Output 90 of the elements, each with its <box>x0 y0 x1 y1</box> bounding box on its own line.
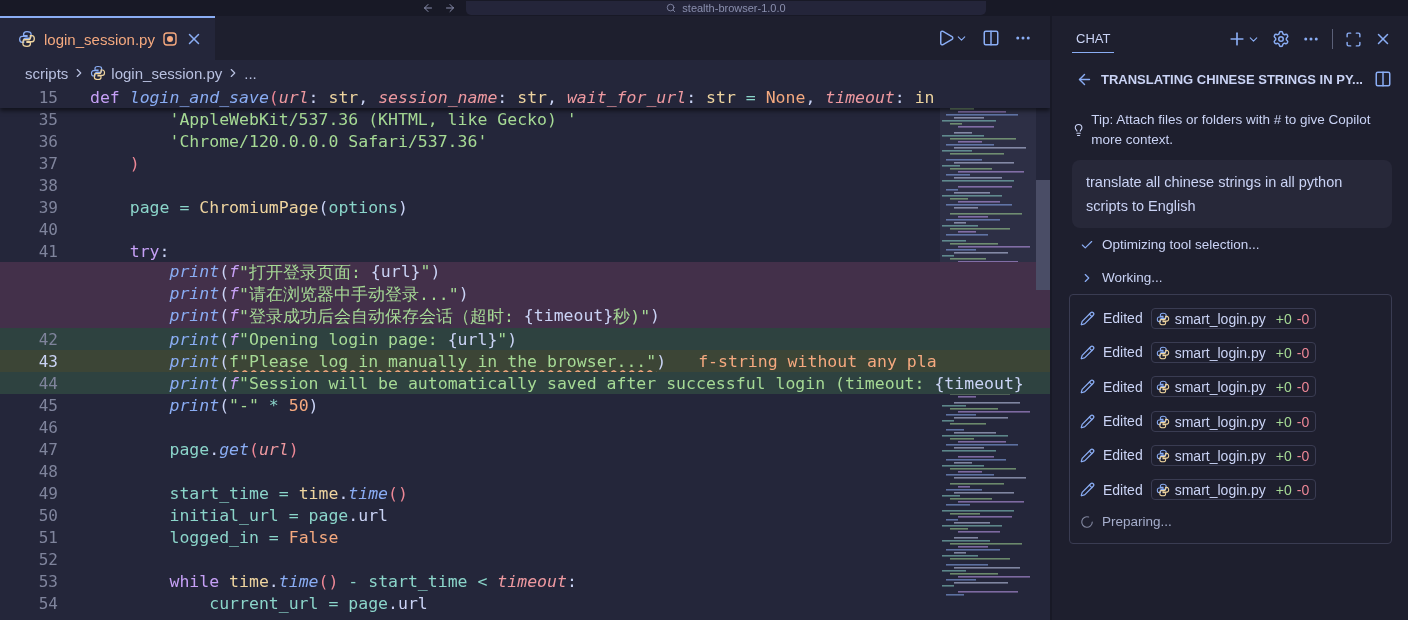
code-text: print(f"Please log in manually in the browser...") <box>168 351 667 371</box>
settings-icon[interactable] <box>1272 30 1290 48</box>
status-label: Preparing... <box>1102 514 1172 530</box>
python-icon <box>1155 483 1170 498</box>
pencil-icon <box>1080 447 1095 463</box>
line-number: 54 <box>37 593 58 613</box>
edit-label: Edited <box>1103 413 1143 430</box>
diagnostic-message: f-string without any pla <box>698 351 937 371</box>
line-number: 47 <box>37 439 58 459</box>
user-message: translate all chinese strings in all python scripts to English <box>1072 160 1392 228</box>
code-text: while time.time() - start_time < timeout: <box>168 571 577 591</box>
code-text: ) <box>128 153 140 173</box>
line-number: 52 <box>37 549 58 569</box>
line-number: 51 <box>37 527 58 547</box>
file-chip[interactable]: smart_login.py +0 -0 <box>1150 444 1317 466</box>
chat-tab[interactable]: CHAT <box>1072 25 1115 53</box>
code-text: print(f"Session will be automatically saved after successful login (timeout: {timeout} <box>168 373 1024 393</box>
line-number: 44 <box>37 373 58 393</box>
line-number: 39 <box>37 197 58 217</box>
editor-tab[interactable]: login_session.py <box>0 16 215 60</box>
pencil-icon <box>1080 344 1095 360</box>
back-icon[interactable] <box>422 2 434 14</box>
line-number: 53 <box>37 571 58 591</box>
python-icon <box>1155 414 1170 429</box>
python-icon <box>1155 345 1170 360</box>
line-number: 42 <box>37 329 58 349</box>
line-number: 37 <box>37 153 58 173</box>
python-icon <box>90 65 107 81</box>
split-editor-icon[interactable] <box>982 29 1000 47</box>
line-number: 46 <box>37 417 58 437</box>
file-chip[interactable]: smart_login.py +0 -0 <box>1150 410 1317 432</box>
edit-label: Edited <box>1103 481 1143 498</box>
line-number: 41 <box>37 241 58 261</box>
edit-label: Edited <box>1103 310 1143 327</box>
unsaved-icon <box>162 32 177 46</box>
code-text: 'AppleWebKit/537.36 (KHTML, like Gecko) ' <box>168 109 577 129</box>
pencil-icon <box>1080 310 1095 326</box>
pencil-icon <box>1080 379 1095 395</box>
chat-title: TRANSLATING CHINESE STRINGS IN PY... <box>1101 71 1364 87</box>
code-text: print(f"打开登录页面: {url}") <box>168 262 441 284</box>
forward-icon[interactable] <box>444 2 456 14</box>
file-chip[interactable]: smart_login.py +0 -0 <box>1150 376 1317 398</box>
maximize-icon[interactable] <box>1345 30 1362 48</box>
line-number: 15 <box>37 87 58 107</box>
file-chip[interactable]: smart_login.py +0 -0 <box>1150 341 1317 363</box>
code-text: print("-" * 50) <box>168 395 319 415</box>
spinner-icon <box>1080 514 1094 529</box>
search-icon <box>666 3 677 13</box>
side-panel-icon[interactable] <box>1374 70 1392 88</box>
line-number: 35 <box>37 109 58 129</box>
breadcrumb[interactable]: ... <box>244 64 257 82</box>
line-number: 43 <box>37 351 58 371</box>
line-number: 50 <box>37 505 58 525</box>
line-number: 36 <box>37 131 58 151</box>
python-icon <box>1155 448 1170 463</box>
code-text: initial_url = page.url <box>168 505 389 525</box>
progress-label: Working... <box>1102 270 1163 285</box>
code-text: 'Chrome/120.0.0.0 Safari/537.36' <box>168 131 488 151</box>
line-number: 48 <box>37 461 58 481</box>
code-text: current_url = page.url <box>208 593 428 613</box>
python-icon <box>1155 380 1170 395</box>
code-text: def login_and_save(url: str, session_name: str, wait_for_url: str = None, timeout: in <box>90 87 935 107</box>
file-chip[interactable]: smart_login.py +0 -0 <box>1150 307 1317 329</box>
line-number: 40 <box>37 219 58 239</box>
breadcrumb[interactable]: scripts <box>25 64 69 82</box>
file-chip[interactable]: smart_login.py +0 -0 <box>1150 479 1317 501</box>
edit-label: Edited <box>1103 344 1143 361</box>
pencil-icon <box>1080 413 1095 429</box>
code-text: try: <box>128 241 170 261</box>
line-number: 49 <box>37 483 58 503</box>
progress-label: Optimizing tool selection... <box>1102 237 1260 252</box>
scrollbar-thumb[interactable] <box>1036 180 1050 290</box>
pencil-icon <box>1080 482 1095 498</box>
code-text: logged_in = False <box>168 527 339 547</box>
breadcrumb[interactable]: login_session.py <box>90 64 223 82</box>
python-icon <box>18 30 36 48</box>
python-icon <box>1155 311 1170 326</box>
edit-label: Edited <box>1103 378 1143 395</box>
run-icon[interactable] <box>937 29 968 47</box>
code-text: page.get(url) <box>168 439 299 459</box>
edit-label: Edited <box>1103 447 1143 464</box>
code-text: print(f"登录成功后会自动保存会话（超时: {timeout}秒)") <box>168 306 661 328</box>
command-center[interactable]: stealth-browser-1.0.0 <box>466 1 986 15</box>
code-text: print(f"请在浏览器中手动登录...") <box>168 284 469 306</box>
line-number: 45 <box>37 395 58 415</box>
code-text: start_time = time.time() <box>168 483 408 503</box>
code-text: print(f"Opening login page: {url}") <box>168 329 518 349</box>
code-text: page = ChromiumPage(options) <box>128 197 408 217</box>
tip-text: Tip: Attach files or folders with # to give Copilot more context. <box>1091 111 1372 149</box>
line-number: 38 <box>37 175 58 195</box>
